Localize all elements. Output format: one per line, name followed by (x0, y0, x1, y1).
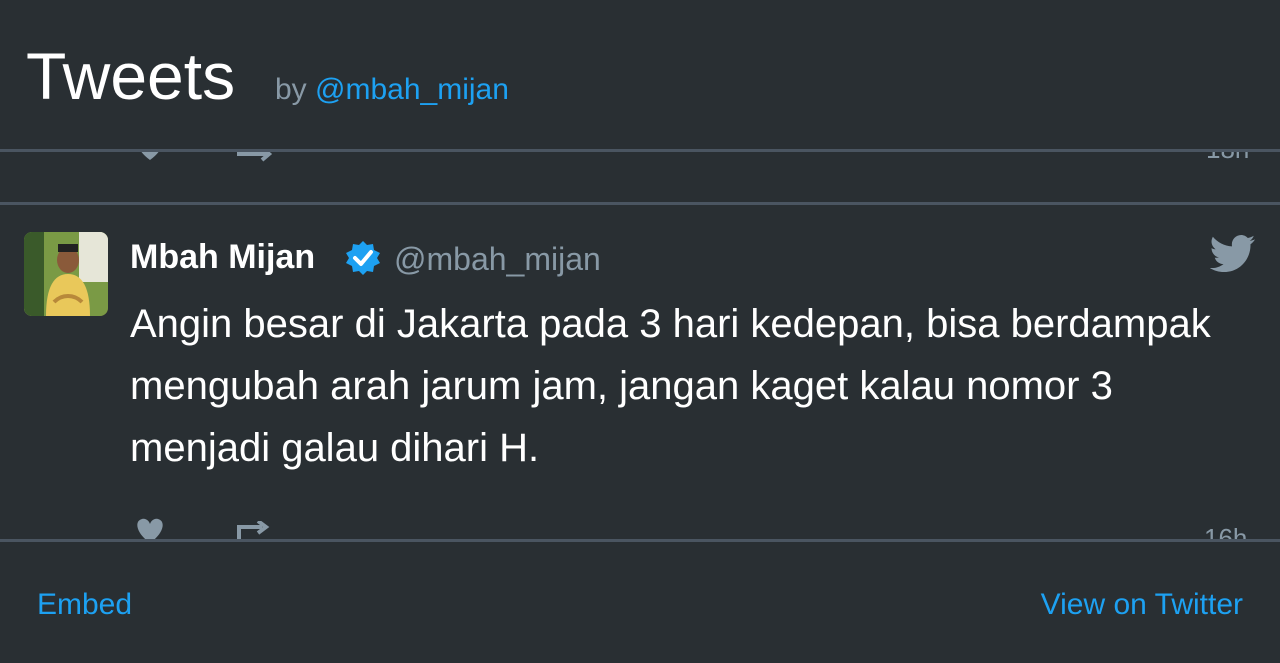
tweet-actions: 16h (0, 515, 1280, 540)
footer-divider (0, 539, 1280, 542)
page-title: Tweets (26, 39, 236, 113)
retweet-icon[interactable] (236, 152, 272, 162)
profile-link[interactable]: @mbah_mijan (315, 73, 509, 106)
byline-label: by (275, 73, 307, 106)
byline: by @mbah_mijan (275, 72, 509, 108)
like-heart-icon[interactable] (132, 517, 168, 540)
verified-icon (346, 241, 380, 275)
widget-footer: Embed View on Twitter (0, 543, 1280, 663)
tweet-text: Angin besar di Jakarta pada 3 hari kedep… (130, 302, 1211, 470)
retweet-icon[interactable] (236, 521, 276, 540)
previous-tweet-timestamp[interactable]: 18h (1206, 152, 1249, 164)
embed-link[interactable]: Embed (37, 587, 132, 623)
tweet-timestamp[interactable]: 16h (1204, 523, 1247, 540)
widget-header: Tweets by @mbah_mijan (0, 0, 1280, 150)
view-on-twitter-link[interactable]: View on Twitter (1041, 587, 1243, 623)
tweet-card[interactable]: Mbah Mijan @mbah_mijan Angin besar di Ja… (0, 205, 1280, 540)
heart-icon[interactable] (132, 152, 168, 162)
author-name[interactable]: Mbah Mijan (130, 235, 315, 279)
avatar-image (24, 232, 108, 316)
avatar[interactable] (24, 232, 108, 316)
twitter-bird-icon[interactable] (1210, 235, 1256, 273)
author-handle[interactable]: @mbah_mijan (394, 237, 601, 281)
previous-tweet-actions: 18h (0, 152, 1280, 202)
